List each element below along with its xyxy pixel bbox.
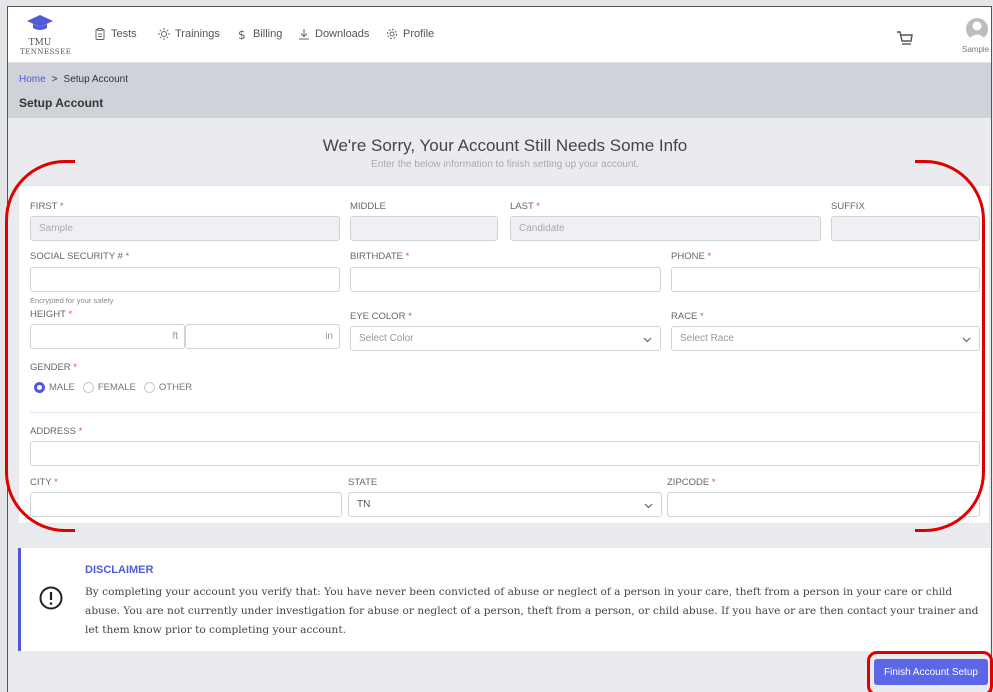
- top-nav: TMU TENNESSEE Tests Trainings $ Billing …: [8, 7, 991, 63]
- nav-trainings-label: Trainings: [175, 28, 220, 40]
- form-divider: [30, 412, 980, 413]
- disclaimer-panel: DISCLAIMER By completing your account yo…: [18, 548, 990, 651]
- eye-color-select[interactable]: Select Color: [350, 326, 661, 351]
- breadcrumb-separator: >: [51, 74, 58, 85]
- nav-tests[interactable]: Tests: [94, 28, 137, 40]
- svg-text:$: $: [238, 28, 246, 40]
- chevron-down-icon: [643, 337, 652, 343]
- height-inches-input[interactable]: in: [185, 324, 340, 349]
- brand-line2: TENNESSEE: [20, 48, 72, 56]
- form-heading: We're Sorry, Your Account Still Needs So…: [322, 136, 688, 155]
- sun-icon: [158, 28, 170, 40]
- birthdate-label: BIRTHDATE *: [350, 251, 410, 262]
- graduation-cap-icon: [27, 15, 53, 30]
- middle-label: MIDDLE: [350, 201, 386, 212]
- download-icon: [299, 29, 309, 40]
- form-subheading: Enter the below information to finish se…: [371, 159, 639, 170]
- cart-icon[interactable]: [896, 29, 914, 47]
- nav-trainings[interactable]: Trainings: [158, 28, 220, 40]
- gender-other-radio[interactable]: OTHER: [143, 382, 192, 393]
- chevron-down-icon: [644, 503, 653, 509]
- annotation-bracket-right: [915, 160, 985, 532]
- state-select[interactable]: TN: [348, 492, 662, 517]
- address-input[interactable]: [30, 441, 980, 466]
- eye-color-label: EYE COLOR *: [350, 311, 412, 322]
- breadcrumb-current: Setup Account: [63, 74, 129, 85]
- clipboard-icon: [95, 28, 105, 40]
- nav-profile[interactable]: Profile: [386, 28, 434, 40]
- middle-name-input[interactable]: [350, 216, 498, 241]
- birthdate-input[interactable]: [350, 267, 661, 292]
- gear-icon: [387, 29, 397, 39]
- brand-line1: TMU: [28, 38, 52, 48]
- city-input[interactable]: [30, 492, 342, 517]
- alert-circle-icon: [39, 586, 63, 610]
- nav-downloads-label: Downloads: [315, 28, 370, 40]
- nav-downloads[interactable]: Downloads: [298, 28, 369, 40]
- state-label: STATE: [348, 477, 378, 488]
- inches-unit: in: [325, 331, 333, 342]
- gender-female-radio[interactable]: FEMALE: [82, 382, 136, 393]
- annotation-circle: [867, 651, 993, 692]
- race-label: RACE *: [671, 311, 704, 322]
- first-name-input[interactable]: Sample: [30, 216, 340, 241]
- nav-profile-label: Profile: [403, 28, 435, 40]
- header-band: Home > Setup Account Setup Account: [8, 63, 991, 118]
- last-label: LAST *: [510, 201, 540, 212]
- suffix-label: SUFFIX: [831, 201, 865, 212]
- avatar[interactable]: [966, 18, 988, 40]
- nav-billing[interactable]: $ Billing: [236, 28, 282, 40]
- user-icon: [968, 21, 986, 40]
- ssn-input[interactable]: [30, 267, 340, 292]
- avatar-name: Sample: [962, 45, 990, 54]
- breadcrumb: Home > Setup Account: [19, 74, 128, 85]
- disclaimer-body: By completing your account you verify th…: [85, 586, 979, 636]
- brand-logo[interactable]: TMU TENNESSEE: [20, 15, 72, 56]
- phone-label: PHONE *: [671, 251, 712, 262]
- nav-tests-label: Tests: [111, 28, 137, 40]
- dollar-icon: $: [238, 28, 246, 40]
- annotation-bracket-left: [5, 160, 75, 532]
- page-title: Setup Account: [19, 96, 104, 110]
- zipcode-label: ZIPCODE *: [667, 477, 716, 488]
- feet-unit: ft: [172, 331, 178, 342]
- breadcrumb-home[interactable]: Home: [19, 74, 46, 85]
- last-name-input[interactable]: Candidate: [510, 216, 821, 241]
- nav-billing-label: Billing: [253, 28, 283, 40]
- disclaimer-title: DISCLAIMER: [85, 564, 154, 576]
